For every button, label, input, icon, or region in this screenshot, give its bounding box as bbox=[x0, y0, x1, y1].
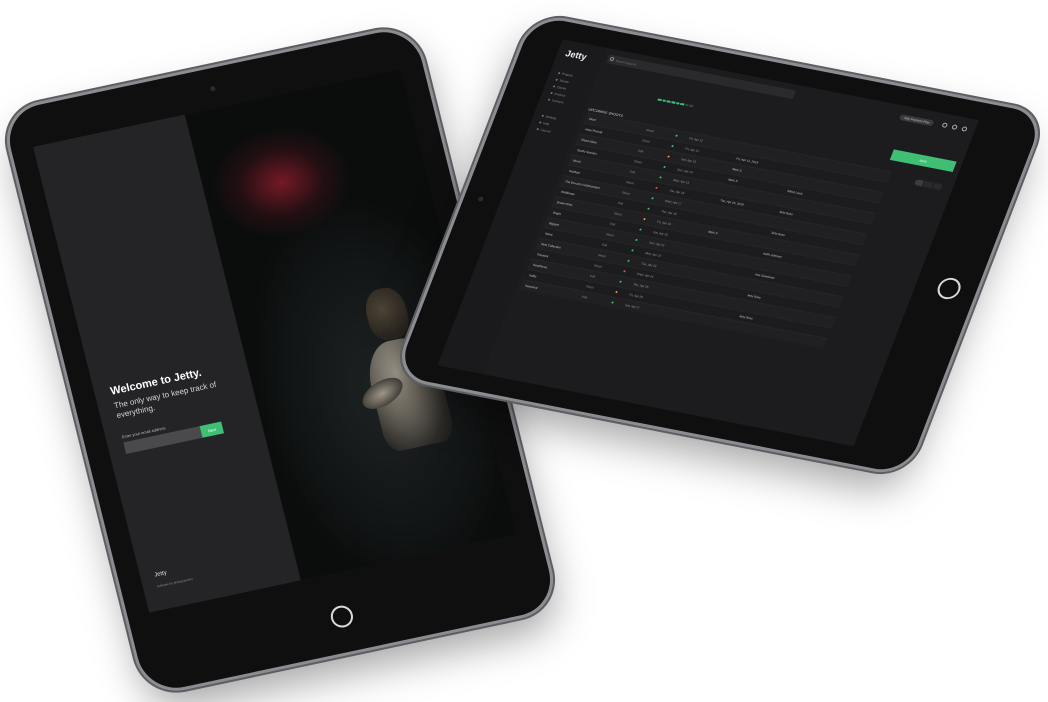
status-dot-icon bbox=[631, 249, 634, 252]
status-dot-icon bbox=[643, 217, 646, 221]
stage: Welcome to Jetty. The only way to keep t… bbox=[0, 0, 1048, 702]
status-dot-icon bbox=[675, 134, 678, 137]
shoots-table: UPCOMING SHOOTS Meet Shoot Fri, Apr 12 Arie… bbox=[519, 106, 894, 349]
table-body: Meet Shoot Fri, Apr 12 Aries Portrait Shoot F… bbox=[519, 112, 892, 349]
status-dot-icon bbox=[671, 144, 674, 148]
camera-icon bbox=[477, 196, 485, 202]
sidebar-item-icon bbox=[552, 84, 556, 88]
row-location bbox=[774, 334, 813, 342]
app-logo: Jetty bbox=[564, 48, 589, 62]
status-dot-icon bbox=[639, 228, 642, 231]
status-dot-icon bbox=[635, 238, 638, 242]
sidebar-item-icon bbox=[550, 91, 554, 94]
sidebar-item-label: Log out bbox=[540, 127, 552, 133]
home-button[interactable] bbox=[934, 275, 964, 302]
sidebar-item-label: Help bbox=[542, 120, 551, 126]
status-dot-icon bbox=[655, 186, 658, 189]
sidebar-item-icon bbox=[547, 98, 551, 101]
brand-footer-sub: Software for photographers bbox=[156, 576, 194, 589]
next-button[interactable]: Next bbox=[199, 421, 225, 438]
refresh-icon[interactable] bbox=[941, 122, 949, 129]
sidebar-item-icon bbox=[541, 114, 545, 117]
row-type: Edit bbox=[581, 294, 588, 300]
status-dot-icon bbox=[647, 207, 650, 210]
camera-icon bbox=[209, 85, 216, 92]
view-toggle[interactable] bbox=[913, 179, 944, 191]
photo-figure-head bbox=[361, 284, 414, 344]
status-dot-icon bbox=[663, 165, 666, 169]
notification-icon[interactable] bbox=[951, 124, 958, 130]
status-dot-icon bbox=[659, 176, 662, 179]
search-input[interactable] bbox=[606, 54, 797, 100]
status-dot-icon bbox=[619, 280, 622, 283]
status-dot-icon bbox=[611, 301, 614, 304]
add-new-button[interactable]: NEW bbox=[889, 149, 957, 173]
calendar-view-icon[interactable] bbox=[932, 182, 944, 191]
status-dot-icon bbox=[623, 270, 626, 273]
status-dot-icon bbox=[615, 290, 618, 294]
status-dot-icon bbox=[627, 259, 630, 262]
status-dot-icon bbox=[667, 155, 670, 158]
row-owner bbox=[735, 326, 774, 334]
home-button[interactable] bbox=[328, 603, 356, 630]
status-dot-icon bbox=[651, 197, 654, 200]
sidebar-item-icon bbox=[555, 78, 559, 81]
sidebar-item-icon bbox=[558, 71, 561, 74]
settings-icon[interactable] bbox=[961, 126, 968, 132]
progress-strip bbox=[657, 98, 694, 108]
sidebar-item-icon bbox=[539, 120, 542, 124]
brand-footer: Jetty bbox=[153, 570, 168, 579]
sidebar-item-icon bbox=[536, 127, 540, 130]
plan-badge[interactable]: Jetty Premium Plan bbox=[898, 114, 935, 127]
app-screen: Jetty Projects Shoots Clients Invoices Conta… bbox=[437, 39, 979, 447]
